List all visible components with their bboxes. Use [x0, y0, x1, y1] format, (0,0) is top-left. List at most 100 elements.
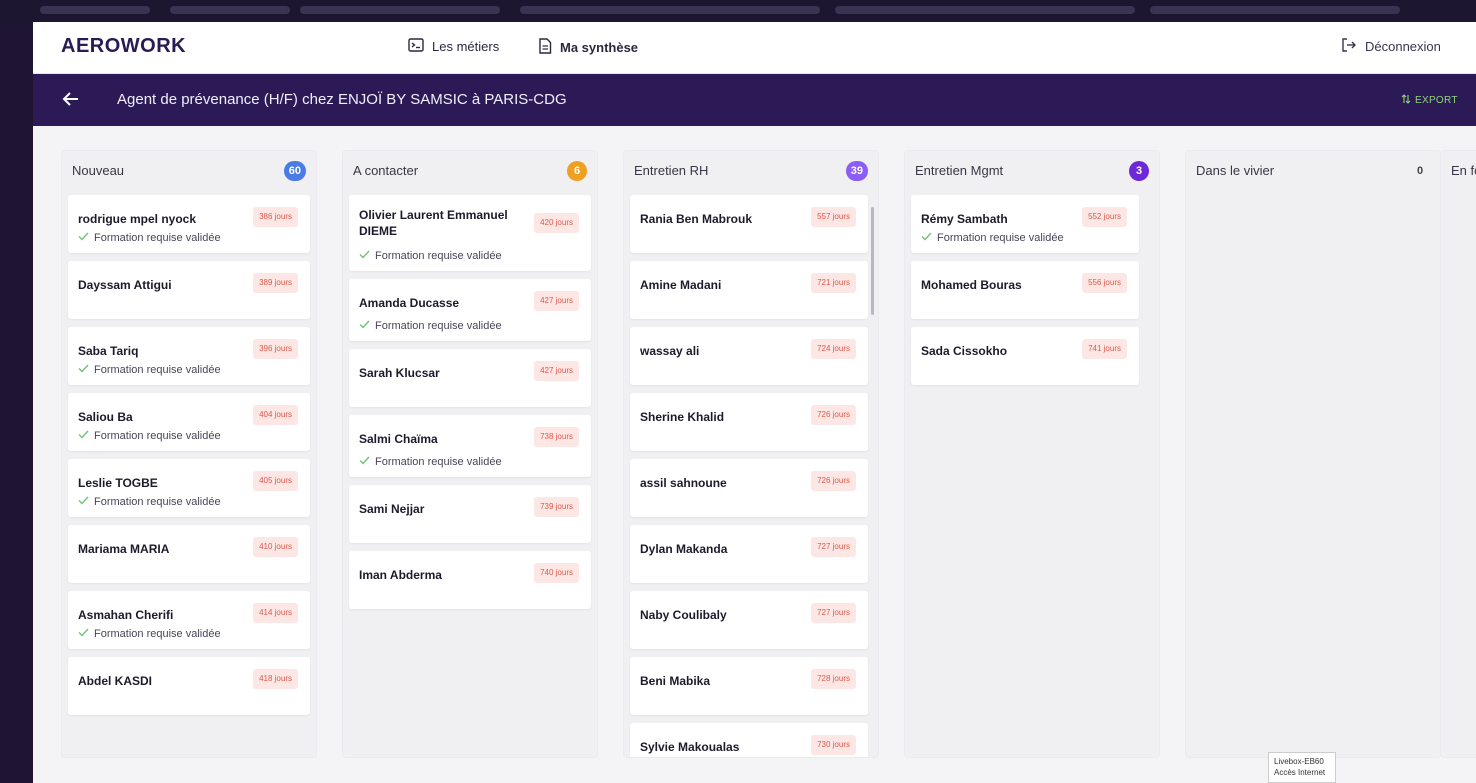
candidate-card[interactable]: Saliou Ba 404 jours Formation requise va…: [68, 393, 310, 451]
candidate-card[interactable]: Amine Madani 721 jours: [630, 261, 868, 319]
candidate-card[interactable]: Sarah Klucsar 427 jours: [349, 349, 591, 407]
formation-label: Formation requise validée: [94, 364, 221, 376]
check-icon: [78, 364, 89, 376]
candidate-name: Leslie TOGBE: [78, 476, 158, 490]
column-title: Nouveau: [72, 163, 125, 178]
days-badge: 728 jours: [811, 669, 856, 689]
days-badge: 726 jours: [811, 405, 856, 425]
candidate-name: Saliou Ba: [78, 410, 133, 424]
days-badge: 738 jours: [534, 427, 579, 447]
candidate-card[interactable]: Mohamed Bouras 556 jours: [911, 261, 1139, 319]
days-badge: 727 jours: [811, 537, 856, 557]
column-count-badge: 60: [283, 161, 306, 181]
nav-ma-synthese[interactable]: Ma synthèse: [538, 38, 638, 57]
kanban-board: Nouveau 60 rodrigue mpel nyock 386 jours…: [33, 126, 1476, 783]
days-badge: 427 jours: [534, 291, 579, 311]
logout-button[interactable]: Déconnexion: [1341, 38, 1441, 55]
column-dans-le-vivier: Dans le vivier 0: [1185, 150, 1441, 758]
candidate-card[interactable]: wassay ali 724 jours: [630, 327, 868, 385]
candidate-card[interactable]: Sami Nejjar 739 jours: [349, 485, 591, 543]
app-logo[interactable]: AEROWORK: [61, 35, 186, 58]
column-header: Entretien RH 39: [624, 151, 878, 191]
document-icon: [538, 38, 552, 57]
formation-status: Formation requise validée: [78, 496, 221, 508]
candidate-card[interactable]: Dayssam Attigui 389 jours: [68, 261, 310, 319]
candidate-name: Dayssam Attigui: [78, 278, 172, 292]
check-icon: [359, 456, 370, 468]
column-title: Entretien RH: [634, 163, 709, 178]
app-window: AEROWORK Les métiers Ma synthèse Déconne…: [33, 22, 1476, 783]
check-icon: [78, 232, 89, 244]
days-badge: 420 jours: [534, 213, 579, 233]
days-badge: 427 jours: [534, 361, 579, 381]
column-count-badge: 0: [1416, 165, 1424, 177]
candidate-name: Sami Nejjar: [359, 502, 425, 516]
column-count-badge: 6: [567, 161, 587, 181]
formation-label: Formation requise validée: [94, 628, 221, 640]
days-badge: 414 jours: [253, 603, 298, 623]
candidate-card[interactable]: Olivier Laurent Emmanuel DIEME 420 jours…: [349, 195, 591, 271]
candidate-name: Naby Coulibaly: [640, 608, 727, 622]
candidate-card[interactable]: Rania Ben Mabrouk 557 jours: [630, 195, 868, 253]
column-nouveau: Nouveau 60 rodrigue mpel nyock 386 jours…: [61, 150, 317, 758]
formation-status: Formation requise validée: [359, 456, 502, 468]
formation-status: Formation requise validée: [359, 320, 502, 332]
candidate-card[interactable]: rodrigue mpel nyock 386 jours Formation …: [68, 195, 310, 253]
export-button[interactable]: EXPORT: [1401, 94, 1458, 107]
candidate-card[interactable]: Mariama MARIA 410 jours: [68, 525, 310, 583]
card-list: Olivier Laurent Emmanuel DIEME 420 jours…: [349, 195, 591, 757]
candidate-card[interactable]: Sylvie Makoualas 730 jours: [630, 723, 868, 757]
back-arrow-icon[interactable]: [59, 87, 83, 111]
days-badge: 726 jours: [811, 471, 856, 491]
column-count-badge: 3: [1129, 161, 1149, 181]
days-badge: 727 jours: [811, 603, 856, 623]
column-title: Dans le vivier: [1196, 163, 1275, 178]
candidate-card[interactable]: Dylan Makanda 727 jours: [630, 525, 868, 583]
candidate-card[interactable]: Naby Coulibaly 727 jours: [630, 591, 868, 649]
candidate-card[interactable]: Iman Abderma 740 jours: [349, 551, 591, 609]
candidate-card[interactable]: Saba Tariq 396 jours Formation requise v…: [68, 327, 310, 385]
candidate-card[interactable]: Sada Cissokho 741 jours: [911, 327, 1139, 385]
days-badge: 724 jours: [811, 339, 856, 359]
terminal-icon: [408, 38, 424, 55]
candidate-card[interactable]: Sherine Khalid 726 jours: [630, 393, 868, 451]
candidate-card[interactable]: Asmahan Cherifi 414 jours Formation requ…: [68, 591, 310, 649]
card-list: Rania Ben Mabrouk 557 jours Amine Madani…: [630, 195, 868, 757]
candidate-card[interactable]: Beni Mabika 728 jours: [630, 657, 868, 715]
candidate-card[interactable]: Leslie TOGBE 405 jours Formation requise…: [68, 459, 310, 517]
formation-label: Formation requise validée: [94, 496, 221, 508]
column-title: En fo: [1451, 163, 1476, 178]
candidate-card[interactable]: assil sahnoune 726 jours: [630, 459, 868, 517]
card-list: rodrigue mpel nyock 386 jours Formation …: [68, 195, 310, 757]
column-entretien-mgmt: Entretien Mgmt 3 Rémy Sambath 552 jours …: [904, 150, 1160, 758]
candidate-card[interactable]: Amanda Ducasse 427 jours Formation requi…: [349, 279, 591, 341]
days-badge: 739 jours: [534, 497, 579, 517]
nav-les-metiers[interactable]: Les métiers: [408, 38, 499, 55]
card-list: Rémy Sambath 552 jours Formation requise…: [911, 195, 1139, 757]
nav-label: Les métiers: [432, 39, 500, 54]
candidate-name: Beni Mabika: [640, 674, 711, 688]
days-badge: 389 jours: [253, 273, 298, 293]
scrollbar-thumb[interactable]: [871, 207, 874, 315]
formation-status: Formation requise validée: [78, 364, 221, 376]
candidate-name: Asmahan Cherifi: [78, 608, 174, 622]
formation-label: Formation requise validée: [937, 232, 1064, 244]
candidate-name: Amine Madani: [640, 278, 722, 292]
days-badge: 410 jours: [253, 537, 298, 557]
candidate-card[interactable]: Salmi Chaïma 738 jours Formation requise…: [349, 415, 591, 477]
candidate-card[interactable]: Abdel KASDI 418 jours: [68, 657, 310, 715]
nav-label: Ma synthèse: [560, 40, 639, 55]
formation-label: Formation requise validée: [375, 456, 502, 468]
export-label: EXPORT: [1415, 95, 1458, 106]
candidate-name: Sherine Khalid: [640, 410, 725, 424]
candidate-name: rodrigue mpel nyock: [78, 212, 197, 226]
candidate-card[interactable]: Rémy Sambath 552 jours Formation requise…: [911, 195, 1139, 253]
days-badge: 396 jours: [253, 339, 298, 359]
days-badge: 552 jours: [1082, 207, 1127, 227]
formation-label: Formation requise validée: [94, 232, 221, 244]
browser-bookmarks-bar: [0, 0, 1476, 22]
column-count-badge: 39: [845, 161, 868, 181]
column-entretien-rh: Entretien RH 39 Rania Ben Mabrouk 557 jo…: [623, 150, 879, 758]
column-title: Entretien Mgmt: [915, 163, 1004, 178]
candidate-name: wassay ali: [640, 344, 700, 358]
